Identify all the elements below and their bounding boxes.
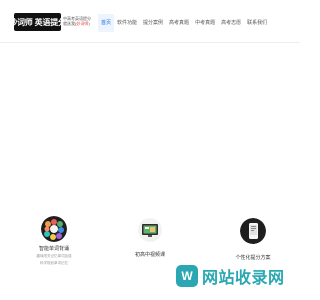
feature-title: 智能单词背诵 <box>38 246 69 252</box>
nav-item-features[interactable]: 软件功能 <box>114 14 140 32</box>
tagline-suffix: ) <box>88 21 90 26</box>
watermark-badge: W <box>176 264 198 287</box>
nav-item-zhongkao-exams[interactable]: 中考真题 <box>192 14 218 32</box>
watermark: W 网站收录网 <box>176 263 294 288</box>
video-course-icon <box>138 218 162 242</box>
nav-item-contact[interactable]: 联系我们 <box>244 14 270 32</box>
feature-desc-line2: 科学规划单词记忆 <box>40 261 68 265</box>
site-header: 妙词师 英语提分 中高考英语提分 就选我(妙词师) 首页 软件功能 提分案例 高… <box>0 0 300 43</box>
feature-word-memorization: 智能单词背诵 趣味闯关记忆单词加强 科学规划单词记忆 <box>20 216 88 266</box>
watermark-badge-text: W <box>181 268 193 283</box>
tagline-prefix: 就选我( <box>63 21 77 26</box>
tagline: 中高考英语提分 就选我(妙词师) <box>63 16 99 26</box>
nav-item-gaokao-exams[interactable]: 高考真题 <box>166 14 192 32</box>
tagline-highlight: 妙词师 <box>76 21 89 26</box>
word-memorization-icon <box>41 216 67 242</box>
nav-item-cases[interactable]: 提分案例 <box>140 14 166 32</box>
feature-desc-line1: 趣味闯关记忆单词加强 <box>36 254 72 258</box>
logo-text: 妙词师 英语提分 <box>9 17 66 27</box>
watermark-text: 网站收录网 <box>202 269 285 287</box>
feature-personalized-plan: 个性化提分方案 <box>218 218 288 261</box>
feature-video-courses: 初高中视频课 <box>118 218 182 258</box>
tagline-line2: 就选我(妙词师) <box>63 21 99 26</box>
site-logo[interactable]: 妙词师 英语提分 <box>9 13 66 31</box>
personalized-plan-icon <box>240 218 266 244</box>
nav-item-gaokao-admission[interactable]: 高考志愿 <box>218 14 244 32</box>
feature-title: 个性化提分方案 <box>235 255 271 261</box>
nav-item-home[interactable]: 首页 <box>98 14 115 32</box>
main-nav: 首页 软件功能 提分案例 高考真题 中考真题 高考志愿 联系我们 <box>98 14 270 32</box>
feature-title: 初高中视频课 <box>134 252 165 258</box>
